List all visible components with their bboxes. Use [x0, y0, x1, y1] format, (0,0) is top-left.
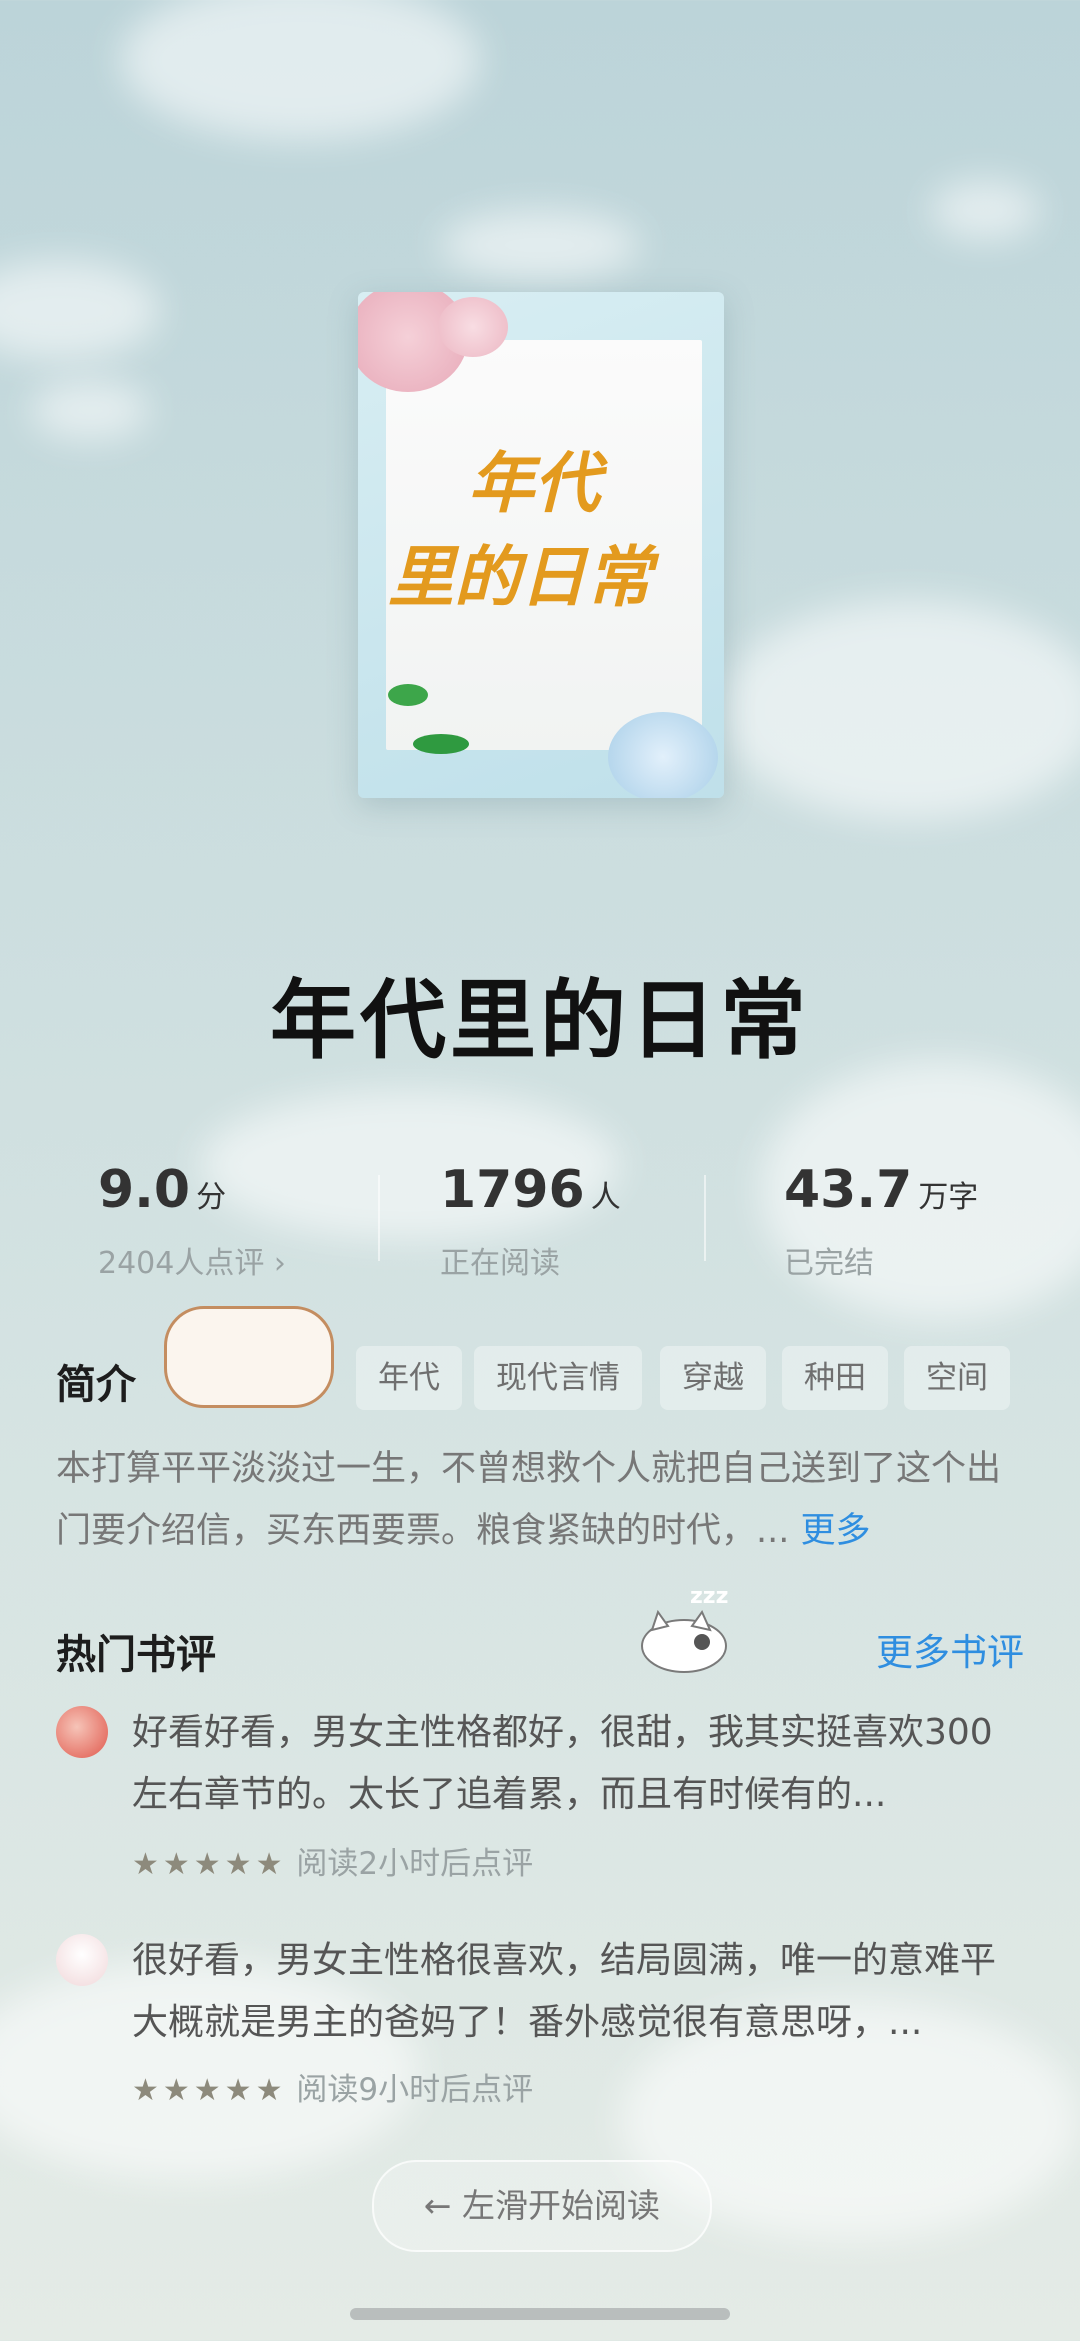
- stat-divider: [704, 1175, 706, 1261]
- leaf-decoration: [388, 684, 428, 706]
- rating-count: 2404人点评 ›: [98, 1246, 286, 1281]
- book-title: 年代里的日常: [270, 971, 810, 1071]
- reviewer-avatar[interactable]: [56, 1706, 108, 1758]
- rating-stars-icon: ★★★★★: [132, 1847, 287, 1882]
- review-meta: ★★★★★ 阅读2小时后点评: [132, 1838, 533, 1883]
- sleeping-cat-sticker-icon: zzz: [632, 1584, 744, 1680]
- review-text[interactable]: 好看好看，男女主性格都好，很甜，我其实挺喜欢300左右章节的。太长了追着累，而且…: [132, 1702, 1022, 1826]
- cloud: [30, 380, 150, 440]
- readers-unit: 人: [590, 1180, 621, 1215]
- status-label: 已完结: [784, 1246, 874, 1281]
- cover-title-line1: 年代: [468, 444, 600, 522]
- tag-space[interactable]: 空间: [904, 1346, 1010, 1410]
- stat-readers: 1796 人 正在阅读: [440, 1160, 621, 1282]
- intro-heading: 简介: [56, 1362, 136, 1408]
- reviewer-avatar[interactable]: [56, 1934, 108, 1986]
- bunny-sticker-icon: [164, 1306, 334, 1408]
- cloud: [440, 210, 640, 280]
- words-unit: 万字: [918, 1180, 979, 1215]
- home-indicator[interactable]: [350, 2308, 730, 2320]
- rose-decoration: [438, 297, 508, 357]
- rating-unit: 分: [196, 1180, 227, 1215]
- rating-stars-icon: ★★★★★: [132, 2073, 287, 2108]
- start-reading-button[interactable]: ← 左滑开始阅读: [372, 2160, 712, 2252]
- review-text[interactable]: 很好看，男女主性格很喜欢，结局圆满，唯一的意难平大概就是男主的爸妈了！番外感觉很…: [132, 1930, 1022, 2054]
- review-time: 阅读9小时后点评: [296, 2072, 534, 2108]
- stat-rating[interactable]: 9.0 分 2404人点评 ›: [98, 1160, 286, 1282]
- book-cover[interactable]: 年代 里的日常: [358, 292, 724, 798]
- stat-divider: [378, 1175, 380, 1261]
- readers-label: 正在阅读: [440, 1246, 560, 1281]
- cover-title-line2: 里的日常: [388, 538, 652, 616]
- tag-farming[interactable]: 种田: [782, 1346, 888, 1410]
- review-time: 阅读2小时后点评: [296, 1846, 534, 1882]
- readers-value: 1796: [440, 1160, 585, 1220]
- tag-time-travel[interactable]: 穿越: [660, 1346, 766, 1410]
- cloud: [0, 260, 160, 360]
- tag-era[interactable]: 年代: [356, 1346, 462, 1410]
- cloud: [720, 600, 1080, 820]
- cloud: [120, 0, 480, 140]
- intro-description[interactable]: 本打算平平淡淡过一生，不曾想救个人就把自己送到了这个出门要介绍信，买东西要票。粮…: [56, 1438, 1026, 1562]
- stat-words: 43.7 万字 已完结: [784, 1160, 978, 1282]
- words-value: 43.7: [784, 1160, 913, 1220]
- review-meta: ★★★★★ 阅读9小时后点评: [132, 2064, 533, 2109]
- more-reviews-link[interactable]: 更多书评: [876, 1622, 1024, 1676]
- leaf-decoration: [413, 734, 469, 754]
- cloud: [930, 180, 1040, 240]
- sleep-zzz-text: zzz: [690, 1584, 729, 1609]
- intro-more-link[interactable]: 更多: [801, 1511, 871, 1551]
- hot-reviews-heading: 热门书评: [56, 1632, 216, 1678]
- rating-value: 9.0: [98, 1160, 191, 1220]
- tag-modern-romance[interactable]: 现代言情: [474, 1346, 642, 1410]
- rose-decoration: [608, 712, 718, 798]
